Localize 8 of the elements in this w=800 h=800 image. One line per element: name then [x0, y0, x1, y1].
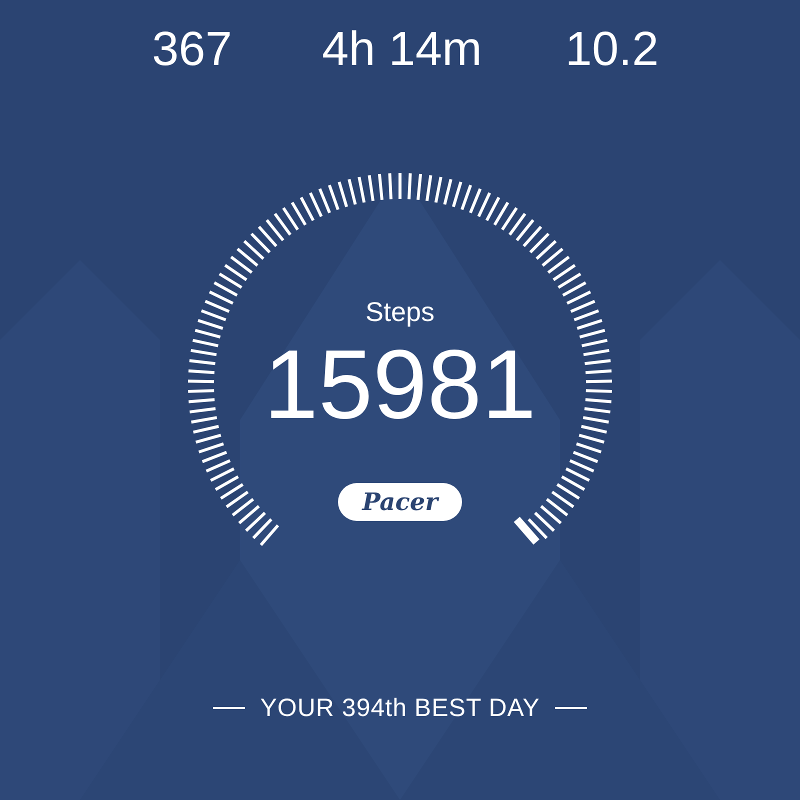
gauge-marker [514, 516, 540, 545]
stat-value: 10.2 [565, 22, 659, 78]
stat-value: 4h 14m [322, 22, 482, 78]
steps-label: Steps [365, 296, 435, 329]
logo-badge: Pacer [338, 483, 462, 521]
best-day-text: YOUR 394th BEST DAY [260, 693, 540, 723]
stat-value: 367 [152, 22, 232, 78]
steps-count: 15981 [264, 329, 536, 439]
